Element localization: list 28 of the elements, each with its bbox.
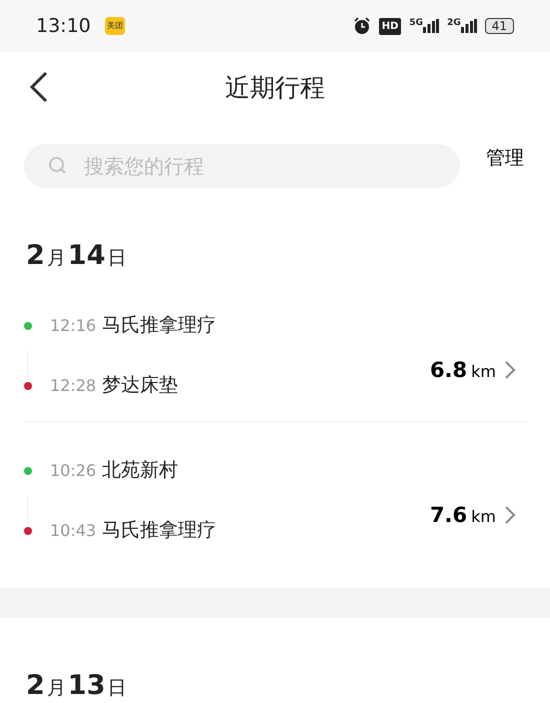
stop-place: 梦达床垫 [102, 373, 178, 398]
trip-distance-link[interactable]: 7.6 km [430, 500, 516, 531]
manage-button[interactable]: 管理 [486, 144, 524, 172]
network-label: 2G [447, 19, 461, 28]
stop-place: 马氏推拿理疗 [102, 518, 216, 544]
stop-place: 马氏推拿理疗 [102, 313, 216, 338]
network-label: 5G [409, 19, 424, 28]
date-heading: 2 月 13 日 [26, 668, 128, 702]
alarm-icon [352, 17, 371, 35]
app-badge: 美团 [104, 17, 125, 35]
battery-level: 41 [484, 18, 514, 34]
search-field[interactable]: 搜索您的行程 [24, 144, 460, 188]
trip-distance-link[interactable]: 6.8 km [430, 354, 516, 386]
chevron-icon [504, 360, 516, 380]
stop-time: 12:16 [50, 314, 96, 336]
stop-time: 12:28 [50, 374, 96, 396]
search-icon [48, 156, 68, 176]
page-title: 近期行程 [225, 72, 325, 104]
hd-indicator: HD [378, 18, 402, 34]
signal-icon [423, 19, 440, 33]
back-button[interactable] [28, 70, 50, 104]
stop-time: 10:26 [50, 460, 96, 482]
stop-time: 10:43 [50, 520, 96, 542]
signal-icon [460, 19, 477, 33]
date-heading: 2 月 14 日 [26, 239, 128, 273]
stop-place: 北苑新村 [102, 458, 178, 484]
chevron-icon [504, 505, 516, 526]
status-time: 13:10 [36, 14, 91, 39]
